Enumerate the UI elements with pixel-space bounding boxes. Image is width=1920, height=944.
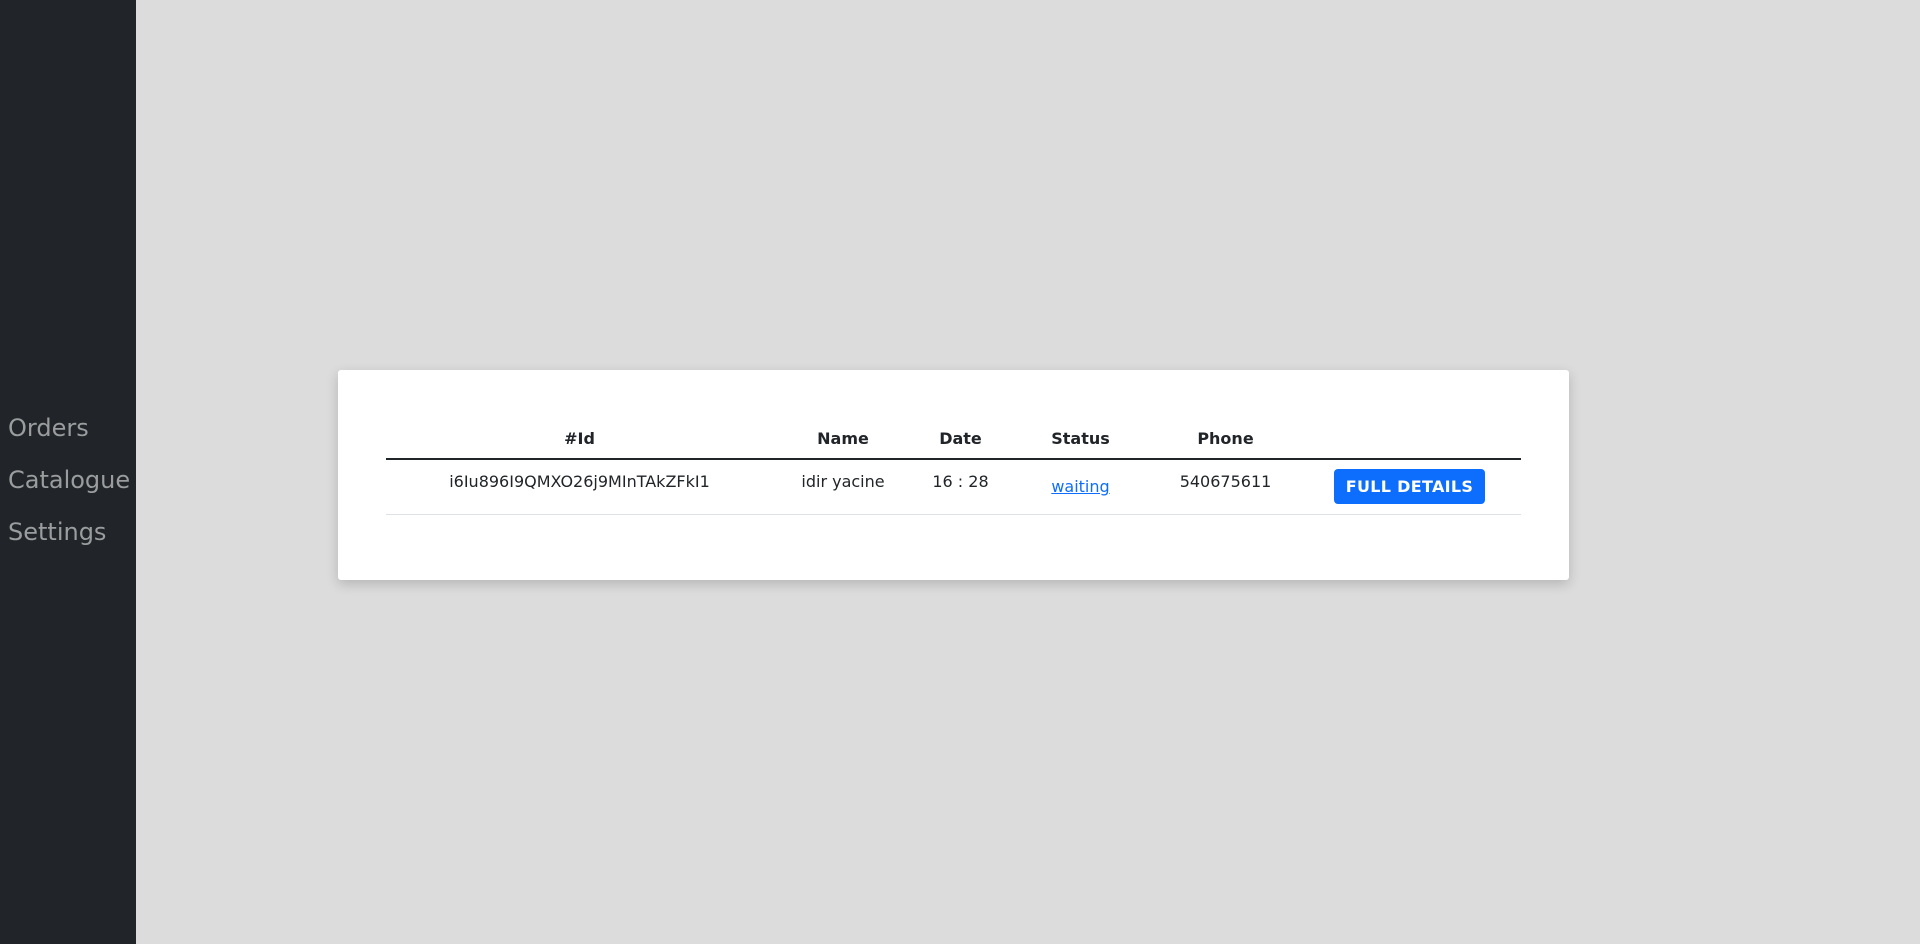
sidebar-item-catalogue[interactable]: Catalogue [0, 454, 136, 506]
orders-card: #Id Name Date Status Phone i6Iu896I9QMXO… [338, 370, 1569, 580]
order-status-cell: waiting [1008, 459, 1153, 515]
table-header-row: #Id Name Date Status Phone [386, 418, 1521, 460]
sidebar-item-settings[interactable]: Settings [0, 506, 136, 558]
status-link[interactable]: waiting [1051, 477, 1109, 496]
order-date-cell: 16 : 28 [913, 459, 1008, 515]
order-phone-cell: 540675611 [1153, 459, 1298, 515]
main-content: #Id Name Date Status Phone i6Iu896I9QMXO… [136, 0, 1920, 944]
column-header-date: Date [913, 418, 1008, 460]
order-name-cell: idir yacine [773, 459, 913, 515]
sidebar-item-orders[interactable]: Orders [0, 402, 136, 454]
sidebar-nav: Orders Catalogue Settings [0, 402, 136, 558]
table-row: i6Iu896I9QMXO26j9MInTAkZFkI1 idir yacine… [386, 459, 1521, 515]
column-header-status: Status [1008, 418, 1153, 460]
column-header-phone: Phone [1153, 418, 1298, 460]
orders-table: #Id Name Date Status Phone i6Iu896I9QMXO… [386, 418, 1521, 515]
full-details-button[interactable]: FULL DETAILS [1333, 469, 1486, 505]
sidebar: Orders Catalogue Settings [0, 0, 136, 944]
order-id-cell: i6Iu896I9QMXO26j9MInTAkZFkI1 [386, 459, 773, 515]
order-action-cell: FULL DETAILS [1298, 459, 1521, 515]
column-header-name: Name [773, 418, 913, 460]
column-header-action [1298, 418, 1521, 460]
column-header-id: #Id [386, 418, 773, 460]
